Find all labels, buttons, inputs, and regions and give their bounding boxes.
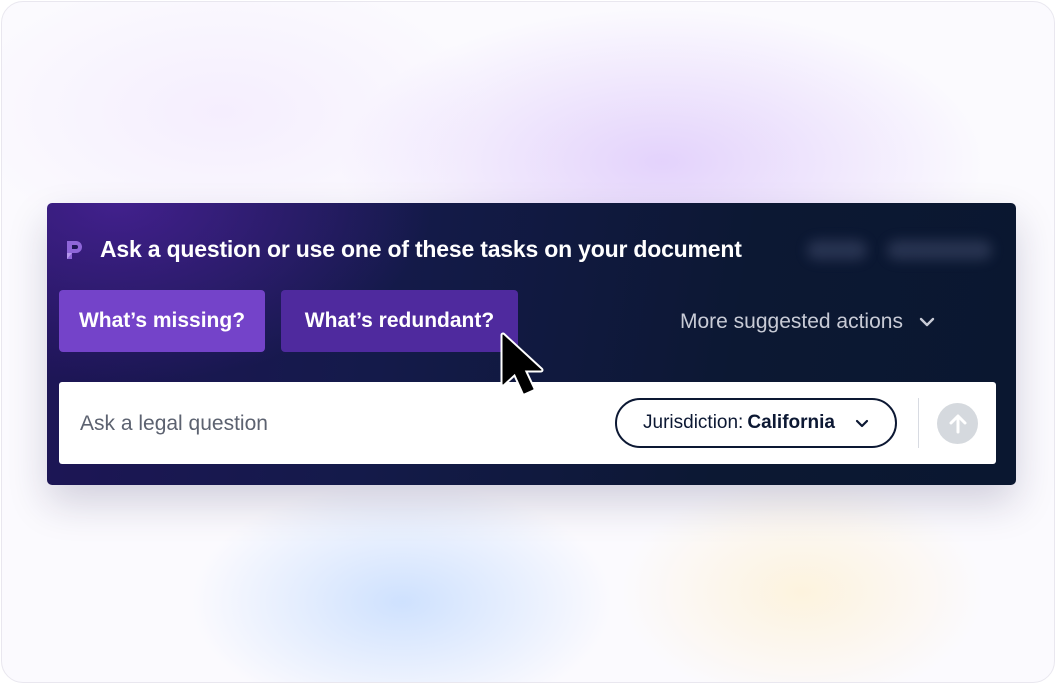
panel-title: Ask a question or use one of these tasks… — [100, 236, 742, 262]
jurisdiction-label: Jurisdiction: — [643, 412, 744, 433]
arrow-up-icon — [949, 414, 966, 433]
send-button[interactable] — [937, 403, 978, 444]
more-suggested-actions-label: More suggested actions — [680, 310, 903, 333]
background-frame: Ask a question or use one of these tasks… — [1, 1, 1055, 683]
whats-redundant-button[interactable]: What’s redundant? — [281, 290, 518, 352]
blurred-header-action — [807, 240, 867, 260]
mouse-pointer-icon — [500, 332, 544, 396]
jurisdiction-selector[interactable]: Jurisdiction: California — [615, 398, 897, 448]
chevron-down-icon — [919, 317, 935, 327]
legal-question-input[interactable]: Ask a legal question — [80, 412, 268, 436]
more-suggested-actions-dropdown[interactable]: More suggested actions — [680, 308, 935, 336]
blurred-header-action — [887, 240, 992, 260]
chevron-down-icon — [855, 419, 869, 427]
input-divider — [918, 398, 919, 448]
brand-logo-icon — [67, 241, 82, 259]
whats-missing-button[interactable]: What’s missing? — [59, 290, 265, 352]
jurisdiction-value: California — [747, 412, 835, 433]
